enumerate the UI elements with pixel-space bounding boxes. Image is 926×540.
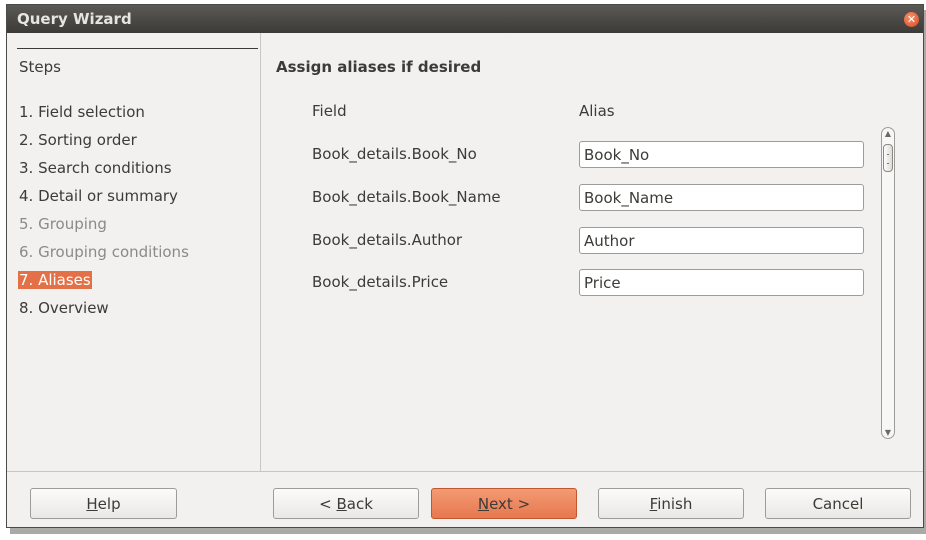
steps-panel: Steps 1. Field selection 2. Sorting orde… <box>7 33 260 471</box>
scroll-down-icon[interactable]: ▼ <box>882 428 894 437</box>
help-mnemonic: H <box>86 495 98 513</box>
step-aliases[interactable]: 7. Aliases <box>18 271 92 289</box>
alias-column-header: Alias <box>579 102 615 120</box>
back-mnemonic: B <box>336 495 347 513</box>
alias-input-author[interactable] <box>579 227 864 254</box>
alias-input-price[interactable] <box>579 269 864 296</box>
alias-input-book-name[interactable] <box>579 184 864 211</box>
page-title: Assign aliases if desired <box>276 58 482 76</box>
scrollbar-thumb[interactable] <box>883 144 893 172</box>
title-bar[interactable]: Query Wizard ✕ <box>7 5 923 33</box>
help-button[interactable]: Help <box>30 488 177 519</box>
back-button[interactable]: < Back <box>273 488 419 519</box>
step-sorting-order[interactable]: 2. Sorting order <box>19 131 137 149</box>
field-label: Book_details.Price <box>312 273 449 291</box>
window-title: Query Wizard <box>17 10 132 28</box>
next-mnemonic: N <box>477 495 490 513</box>
query-wizard-window: Query Wizard ✕ Steps 1. Field selection … <box>6 4 924 528</box>
field-column-header: Field <box>312 102 347 120</box>
step-grouping-conditions: 6. Grouping conditions <box>19 243 189 261</box>
steps-divider <box>17 48 258 49</box>
finish-label: inish <box>657 495 693 513</box>
step-field-selection[interactable]: 1. Field selection <box>19 103 145 121</box>
back-label: ack <box>346 495 373 513</box>
next-label: ext > <box>489 495 531 513</box>
close-icon[interactable]: ✕ <box>904 12 919 27</box>
aliases-page: Assign aliases if desired Field Alias Bo… <box>261 33 923 471</box>
back-arrow: < <box>319 495 337 513</box>
footer-divider <box>7 471 923 472</box>
step-grouping: 5. Grouping <box>19 215 107 233</box>
finish-button[interactable]: Finish <box>598 488 744 519</box>
field-label: Book_details.Book_Name <box>312 188 501 206</box>
steps-heading: Steps <box>19 58 61 76</box>
field-label: Book_details.Book_No <box>312 145 477 163</box>
cancel-button[interactable]: Cancel <box>765 488 911 519</box>
next-button[interactable]: Next > <box>431 488 577 519</box>
scroll-up-icon[interactable]: ▲ <box>882 129 894 138</box>
step-overview[interactable]: 8. Overview <box>19 299 109 317</box>
alias-input-book-no[interactable] <box>579 141 864 168</box>
step-search-conditions[interactable]: 3. Search conditions <box>19 159 172 177</box>
help-label: elp <box>97 495 121 513</box>
step-detail-or-summary[interactable]: 4. Detail or summary <box>19 187 178 205</box>
field-label: Book_details.Author <box>312 231 463 249</box>
alias-scrollbar[interactable]: ▲ ▼ <box>881 127 895 439</box>
